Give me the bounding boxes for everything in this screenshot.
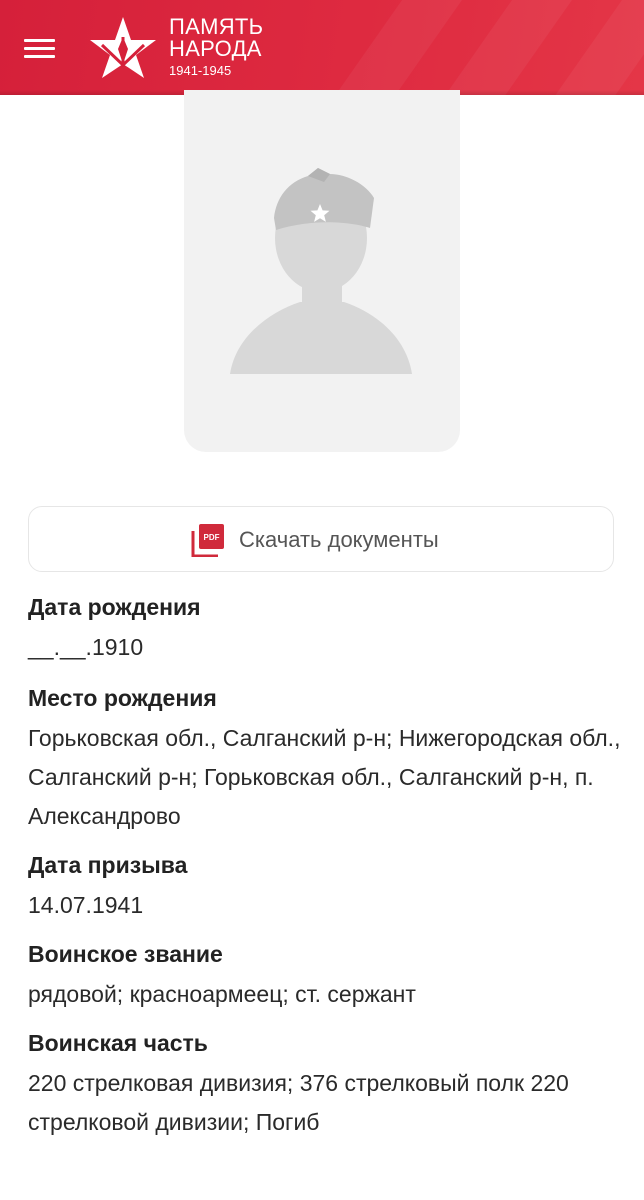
download-documents-button[interactable]: PDF Скачать документы [28, 506, 614, 572]
section-title: Место рождения [28, 685, 217, 711]
logo-line-2: НАРОДА [169, 36, 262, 61]
logo-text[interactable]: ПАМЯТЬ НАРОДА 1941-1945 [169, 16, 263, 80]
section-value: 220 стрелковая дивизия; 376 стрелковый п… [28, 1070, 569, 1135]
header-decor-stripe [303, 0, 477, 95]
logo-line-1: ПАМЯТЬ [169, 14, 264, 39]
star-logo-icon[interactable] [88, 15, 158, 81]
section-title: Дата рождения [28, 594, 201, 620]
download-documents-label: Скачать документы [239, 527, 439, 552]
section-title: Дата призыва [28, 852, 188, 878]
section-value: __.__.1910 [28, 634, 144, 660]
photo-placeholder [184, 90, 460, 452]
birth-date-section: Дата рождения __.__.1910 [28, 590, 624, 667]
birth-place-section: Место рождения Горьковская обл., Салганс… [28, 681, 624, 836]
hamburger-menu-icon[interactable] [24, 36, 56, 62]
soldier-placeholder-icon [230, 168, 412, 374]
section-value: Горьковская обл., Салганский р-н; Нижего… [28, 725, 621, 829]
svg-text:PDF: PDF [204, 533, 220, 542]
section-value: 14.07.1941 [28, 892, 144, 918]
military-rank-section: Воинское звание рядовой; красноармеец; с… [28, 937, 624, 1014]
page: ПАМЯТЬ НАРОДА 1941-1945 PDF Скачать доку… [0, 0, 644, 1200]
top-header: ПАМЯТЬ НАРОДА 1941-1945 [0, 0, 644, 95]
person-info: Дата рождения __.__.1910 Место рождения … [28, 590, 624, 1142]
section-title: Воинское звание [28, 941, 223, 967]
conscription-date-section: Дата призыва 14.07.1941 [28, 848, 624, 925]
section-title: Воинская часть [28, 1030, 208, 1056]
military-unit-section: Воинская часть 220 стрелковая дивизия; 3… [28, 1026, 624, 1142]
logo-years: 1941-1945 [169, 63, 232, 78]
section-value: рядовой; красноармеец; ст. сержант [28, 981, 416, 1007]
pdf-icon: PDF [191, 524, 224, 557]
